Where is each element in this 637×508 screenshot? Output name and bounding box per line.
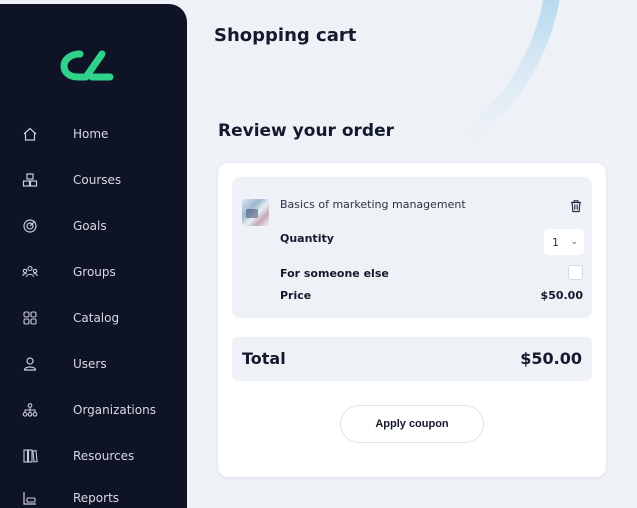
price-label: Price [280, 289, 312, 302]
cart-item: Basics of marketing management Quantity … [232, 177, 592, 318]
sidebar-item-goals[interactable]: Goals [0, 210, 187, 242]
for-someone-else-label: For someone else [280, 267, 389, 280]
goals-icon [20, 216, 40, 236]
quantity-value: 1 [552, 235, 559, 249]
apply-coupon-button[interactable]: Apply coupon [340, 405, 484, 443]
main-content: Shopping cart Review your order Basics o… [187, 0, 637, 508]
sidebar-item-catalog[interactable]: Catalog [0, 302, 187, 334]
page-title: Shopping cart [214, 25, 357, 46]
logo-icon [60, 50, 114, 81]
order-card: Basics of marketing management Quantity … [218, 163, 606, 477]
sidebar-item-label: Organizations [73, 403, 156, 417]
catalog-icon [20, 308, 40, 328]
quantity-label: Quantity [280, 232, 334, 245]
sidebar-item-label: Goals [73, 219, 107, 233]
sidebar-item-label: Resources [73, 449, 135, 463]
sidebar-item-groups[interactable]: Groups [0, 256, 187, 288]
resources-icon [20, 446, 40, 466]
course-thumbnail [242, 199, 269, 226]
for-someone-else-checkbox[interactable] [568, 265, 583, 280]
total-row: Total $50.00 [232, 337, 592, 381]
sidebar-item-resources[interactable]: Resources [0, 440, 187, 472]
organizations-icon [20, 400, 40, 420]
sidebar-item-label: Home [73, 127, 109, 141]
courses-icon [20, 170, 40, 190]
home-icon [20, 124, 40, 144]
logo[interactable] [58, 44, 128, 84]
sidebar-item-label: Courses [73, 173, 122, 187]
total-label: Total [242, 349, 286, 368]
sidebar-item-home[interactable]: Home [0, 118, 187, 150]
total-value: $50.00 [520, 349, 582, 368]
quantity-select[interactable]: 1 ⌄ [544, 229, 584, 255]
course-name: Basics of marketing management [280, 198, 466, 211]
sidebar-item-label: Users [73, 357, 107, 371]
sidebar-item-label: Catalog [73, 311, 120, 325]
chevron-down-icon: ⌄ [570, 237, 578, 247]
sidebar-item-users[interactable]: Users [0, 348, 187, 380]
sidebar-item-courses[interactable]: Courses [0, 164, 187, 196]
reports-icon [20, 488, 40, 508]
decorative-arc [469, 0, 560, 138]
users-icon [20, 354, 40, 374]
sidebar: Home Courses Goals Groups Catalog Users [0, 4, 187, 508]
sidebar-item-organizations[interactable]: Organizations [0, 394, 187, 426]
sidebar-item-reports[interactable]: Reports [0, 482, 187, 508]
price-value: $50.00 [540, 289, 583, 302]
trash-icon[interactable] [569, 198, 583, 213]
sidebar-item-label: Groups [73, 265, 116, 279]
section-title: Review your order [218, 121, 394, 141]
sidebar-item-label: Reports [73, 491, 120, 505]
groups-icon [20, 262, 40, 282]
